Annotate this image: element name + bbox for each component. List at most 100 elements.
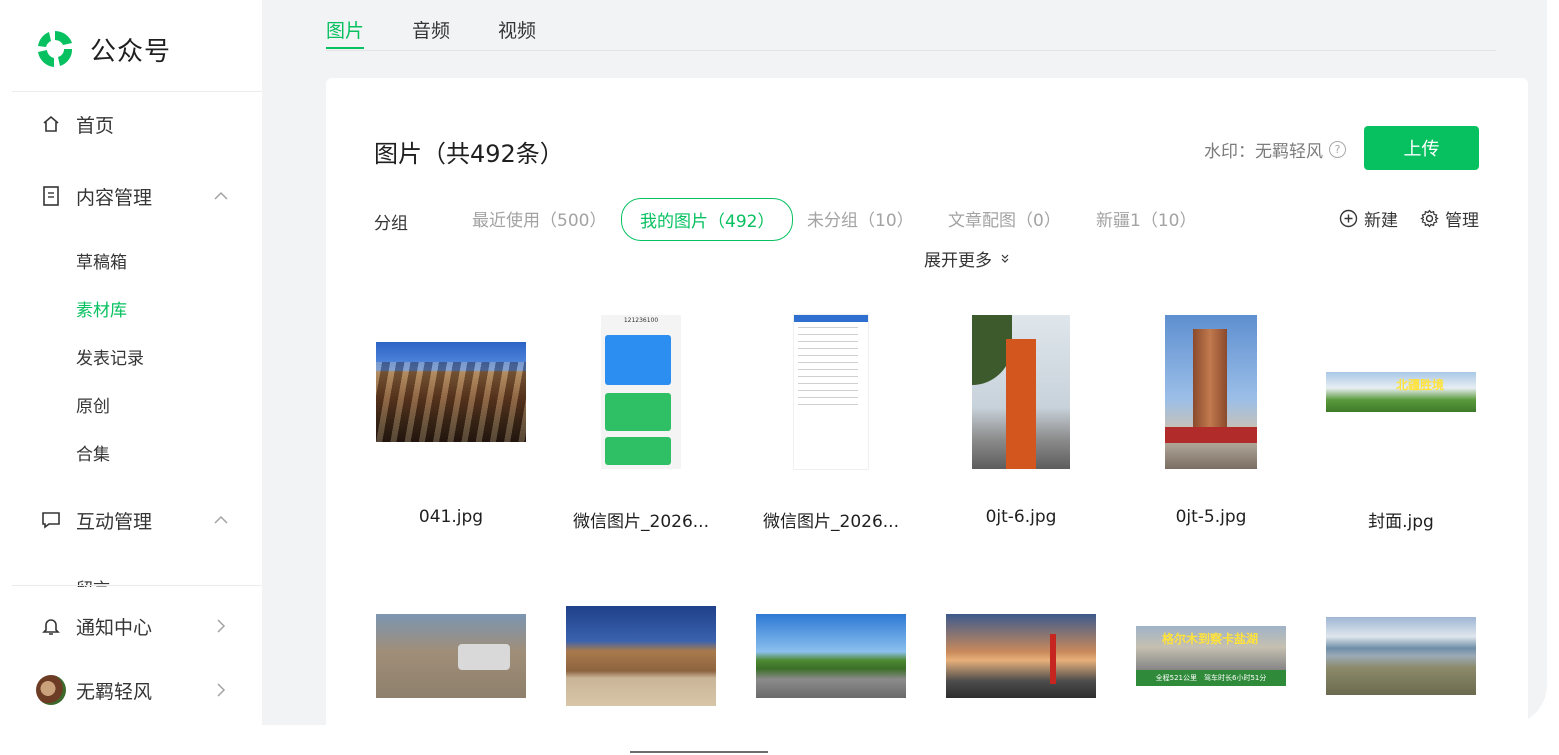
form-screenshot: [793, 313, 869, 470]
image-thumbnail[interactable]: [376, 578, 526, 733]
document-icon: [40, 185, 62, 207]
image-filename: 微信图片_2026...: [763, 512, 899, 532]
image-thumbnail[interactable]: [376, 314, 526, 469]
image-thumbnail[interactable]: [566, 578, 716, 733]
image-card[interactable]: 微信图片_2026...: [756, 313, 906, 532]
home-icon: [40, 113, 62, 135]
sidebar-item-label: 首页: [76, 114, 115, 137]
plus-circle-icon: [1339, 209, 1358, 228]
upload-button[interactable]: 上传: [1364, 126, 1479, 170]
expand-more-button[interactable]: 展开更多: [924, 246, 1012, 271]
image-thumbnail[interactable]: [756, 578, 906, 733]
sidebar-item-label: 通知中心: [76, 616, 153, 639]
route-banner: 格尔木到察卡盐湖 全程521公里 驾车时长6小时51分: [1136, 625, 1286, 686]
sidebar-item-interaction[interactable]: 互动管理: [40, 505, 230, 535]
canyon-photo: [376, 341, 526, 442]
page-title: 图片（共492条）: [374, 140, 564, 168]
account-name: 无羁轻风: [76, 680, 153, 703]
image-thumbnail[interactable]: [946, 578, 1096, 733]
manage-button[interactable]: 管理: [1420, 206, 1479, 231]
image-card[interactable]: 121236100 微信图片_2026...: [566, 314, 716, 532]
image-card[interactable]: [1326, 578, 1476, 733]
sidebar-sub-collection[interactable]: 合集: [76, 440, 110, 465]
wechat-official-logo-icon: [35, 29, 75, 69]
app-name: 公众号: [90, 36, 172, 67]
image-card[interactable]: [756, 578, 906, 733]
sidebar-item-content[interactable]: 内容管理: [40, 181, 230, 211]
new-group-button[interactable]: 新建: [1339, 206, 1398, 231]
chevron-right-icon: [217, 619, 226, 633]
sidebar-sub-library[interactable]: 素材库: [76, 296, 127, 321]
image-thumbnail[interactable]: 121236100: [566, 314, 716, 469]
watermark-setting[interactable]: 水印：无羁轻风 ?: [1204, 137, 1346, 162]
active-tab-indicator: [326, 47, 364, 49]
cover-banner: 北疆胜境: [1326, 371, 1476, 412]
expand-label: 展开更多: [924, 251, 992, 271]
new-label: 新建: [1364, 211, 1398, 231]
tower-photo: [1165, 314, 1257, 469]
image-thumbnail[interactable]: [1136, 314, 1286, 469]
rock-formation-photo: [566, 605, 716, 706]
group-xinjiang1[interactable]: 新疆1（10）: [1096, 206, 1196, 231]
image-filename: 微信图片_2026...: [573, 512, 709, 532]
image-thumbnail[interactable]: 北疆胜境: [1326, 314, 1476, 469]
sunset-plaza-photo: [946, 613, 1096, 698]
image-card[interactable]: [566, 578, 716, 733]
group-ungrouped[interactable]: 未分组（10）: [807, 206, 914, 231]
group-article-images[interactable]: 文章配图（0）: [948, 206, 1061, 231]
sidebar-item-notifications[interactable]: 通知中心: [40, 611, 230, 641]
image-card[interactable]: 格尔木到察卡盐湖 全程521公里 驾车时长6小时51分: [1136, 578, 1286, 733]
banner-title: 格尔木到察卡盐湖: [1162, 631, 1259, 646]
screenshot-number: 121236100: [623, 316, 659, 324]
image-card[interactable]: 0jt-5.jpg: [1136, 314, 1286, 527]
group-my-images[interactable]: 我的图片（492）: [621, 198, 794, 241]
tab-audio[interactable]: 音频: [412, 16, 450, 43]
help-icon[interactable]: ?: [1329, 141, 1346, 158]
image-library-panel: 图片（共492条） 水印：无羁轻风 ? 上传 分组 最近使用（500） 我的图片…: [326, 78, 1528, 738]
image-thumbnail[interactable]: [946, 314, 1096, 469]
avatar: [36, 675, 66, 705]
sidebar-divider: [12, 585, 262, 586]
image-filename: 041.jpg: [418, 507, 484, 527]
comment-icon: [40, 509, 62, 531]
image-filename: 0jt-6.jpg: [985, 507, 1057, 527]
banner-subtitle: 全程521公里 驾车时长6小时51分: [1136, 669, 1286, 686]
manage-label: 管理: [1445, 211, 1479, 231]
group-label: 分组: [374, 214, 408, 234]
sidebar-item-account[interactable]: 无羁轻风: [36, 675, 230, 705]
scroll-indicator: [630, 751, 768, 753]
brand[interactable]: 公众号: [34, 26, 171, 72]
sidebar-divider: [12, 91, 262, 92]
road-field-photo: [756, 613, 906, 698]
street-sign-photo: [972, 314, 1070, 469]
media-type-tabs: 图片 音频 视频: [326, 14, 1496, 51]
image-thumbnail[interactable]: 格尔木到察卡盐湖 全程521公里 驾车时长6小时51分: [1136, 578, 1286, 733]
image-filename: 0jt-5.jpg: [1175, 507, 1247, 527]
watermark-label: 水印：无羁轻风: [1204, 142, 1323, 162]
image-filename: 封面.jpg: [1368, 512, 1434, 532]
banner-title: 北疆胜境: [1396, 377, 1445, 392]
sidebar-item-home[interactable]: 首页: [40, 109, 230, 139]
sidebar-item-label: 互动管理: [76, 510, 153, 533]
sidebar-sub-drafts[interactable]: 草稿箱: [76, 248, 127, 273]
image-card[interactable]: 041.jpg: [376, 314, 526, 527]
image-card[interactable]: [946, 578, 1096, 733]
sidebar-item-label: 内容管理: [76, 186, 153, 209]
image-card[interactable]: [376, 578, 526, 733]
tab-video[interactable]: 视频: [498, 16, 536, 43]
desert-car-photo: [376, 613, 526, 698]
image-card[interactable]: 北疆胜境 封面.jpg: [1326, 314, 1476, 532]
chevron-up-icon[interactable]: [212, 511, 230, 529]
lake-photo: [1326, 616, 1476, 695]
sidebar-sub-published[interactable]: 发表记录: [76, 344, 144, 369]
image-thumbnail[interactable]: [1326, 578, 1476, 733]
sidebar-sub-original[interactable]: 原创: [76, 392, 110, 417]
image-thumbnail[interactable]: [756, 313, 906, 470]
group-recent[interactable]: 最近使用（500）: [472, 206, 606, 231]
image-card[interactable]: 0jt-6.jpg: [946, 314, 1096, 527]
tab-images[interactable]: 图片: [326, 16, 364, 43]
bell-icon: [40, 615, 62, 637]
chevron-right-icon: [217, 683, 226, 697]
chat-screenshot: 121236100: [601, 314, 681, 469]
chevron-up-icon[interactable]: [212, 187, 230, 205]
